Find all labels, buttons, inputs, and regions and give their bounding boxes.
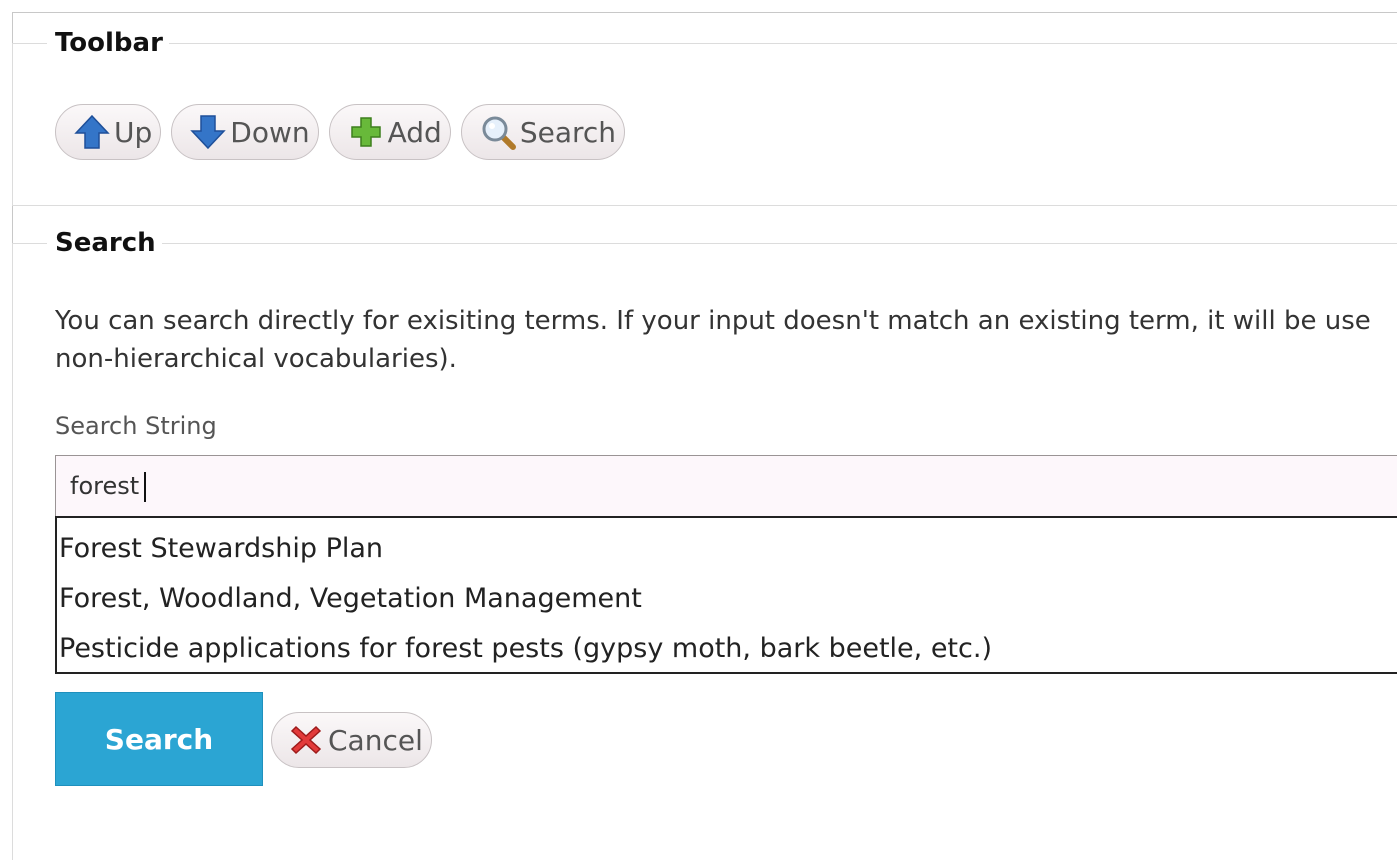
add-button[interactable]: Add (328, 104, 451, 160)
page: Toolbar Up Down Add Search Search You ca… (0, 0, 1397, 860)
toolbar-legend: Toolbar (55, 28, 163, 58)
arrow-down-icon (188, 112, 228, 152)
autocomplete-list: Forest Stewardship Plan Forest, Woodland… (55, 516, 1397, 674)
toolbar-search-button[interactable]: Search (460, 104, 626, 160)
text-caret (144, 472, 146, 502)
search-description-line1: You can search directly for exisiting te… (55, 306, 1371, 336)
down-button-label: Down (230, 115, 310, 149)
down-button[interactable]: Down (171, 104, 319, 160)
cancel-button[interactable]: Cancel (271, 712, 432, 768)
autocomplete-item[interactable]: Forest, Woodland, Vegetation Management (57, 574, 1397, 624)
add-button-label: Add (387, 115, 442, 149)
toolbar-buttons: Up Down Add Search (55, 104, 626, 160)
magnifier-icon (478, 112, 518, 152)
search-description-line2: non-hierarchical vocabularies). (55, 344, 457, 374)
search-legend: Search (55, 228, 156, 258)
autocomplete-item[interactable]: Forest Stewardship Plan (57, 524, 1397, 574)
up-button[interactable]: Up (55, 104, 162, 160)
autocomplete-item[interactable]: Pesticide applications for forest pests … (57, 624, 1397, 674)
search-description: You can search directly for exisiting te… (55, 302, 1397, 378)
frame-top-border (12, 12, 1397, 13)
up-button-label: Up (114, 115, 153, 149)
search-string-label: Search String (55, 412, 217, 440)
cancel-button-label: Cancel (328, 723, 423, 757)
red-x-icon (286, 720, 326, 760)
search-string-input[interactable] (55, 455, 1397, 517)
search-submit-button[interactable]: Search (55, 692, 263, 786)
arrow-up-icon (72, 112, 112, 152)
plus-icon (346, 112, 386, 152)
cancel-wrapper: Cancel (271, 712, 432, 768)
toolbar-search-button-label: Search (519, 115, 617, 149)
